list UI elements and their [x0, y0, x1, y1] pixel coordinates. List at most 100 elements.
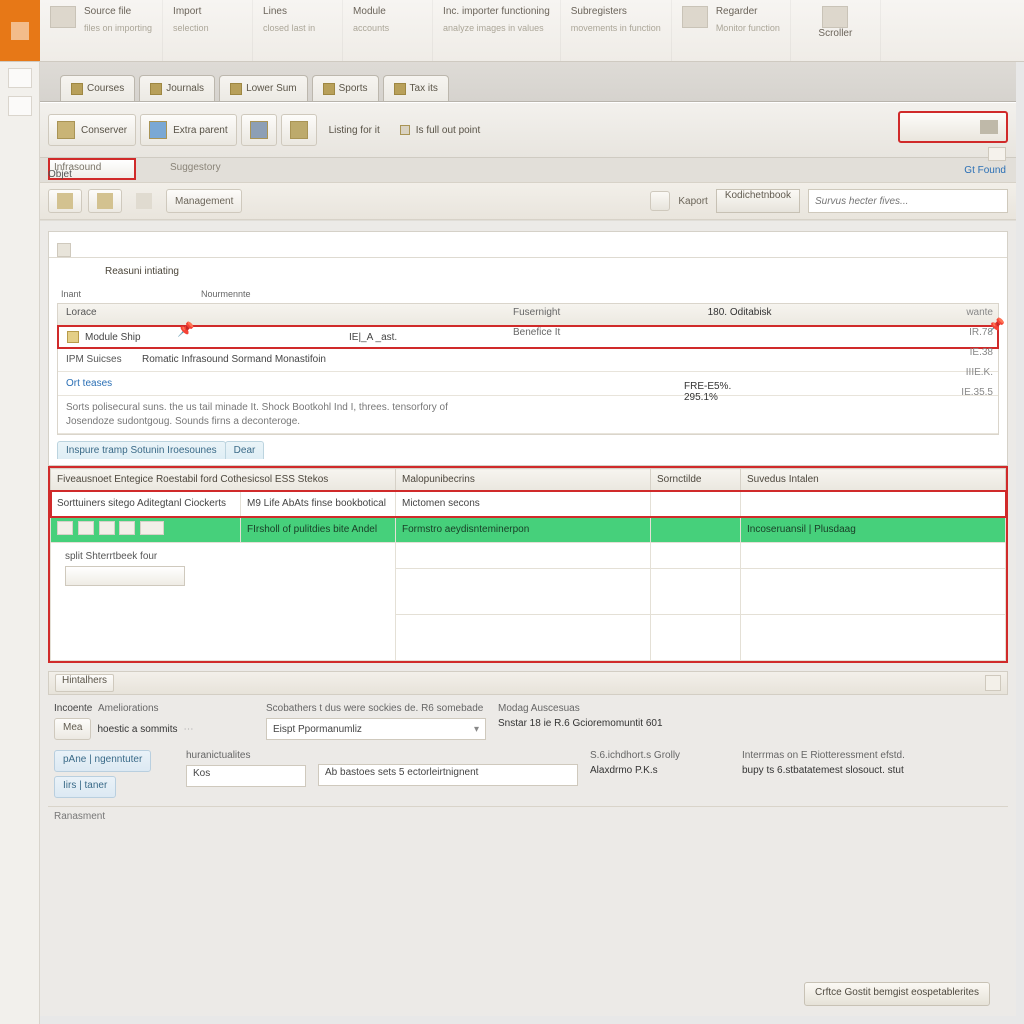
commit-button[interactable]: Crftce Gostit bemgist eospetablerites	[804, 982, 990, 1006]
grid-row-highlight[interactable]: Sorttuiners sitego Aditegtanl Ciockerts …	[51, 491, 1006, 517]
footer-panels: Hintalhers Incoente Ameliorations Mea ho…	[48, 671, 1008, 832]
tab-0[interactable]: Courses	[60, 75, 135, 101]
footer1-tab[interactable]: Hintalhers	[55, 674, 114, 692]
f2-btn1[interactable]: pAne | ngenntuter	[54, 750, 151, 772]
search-zone: Kaport Kodichetnbook	[650, 189, 1008, 213]
dropdown-zone: Infrasound Suggestory	[40, 158, 1016, 182]
left-info-input[interactable]	[65, 566, 185, 586]
toolbar: Conserver Extra parent Listing for it Is…	[40, 102, 1016, 158]
gh-0[interactable]: Fiveausnoet Entegice Roestabil ford Coth…	[51, 469, 396, 491]
f1-c3-val: Snstar 18 ie R.6 Gcioremomuntit 601	[498, 718, 1002, 729]
tab-icon	[71, 83, 83, 95]
export-icon[interactable]	[650, 191, 670, 211]
ribbon-tab-7[interactable]: Scroller	[791, 0, 881, 61]
rail-icon-2[interactable]	[8, 96, 32, 116]
go-link[interactable]: Gt Found	[964, 165, 1006, 176]
col-label-1: Inant	[61, 289, 201, 299]
rail-icon-1[interactable]	[8, 68, 32, 88]
f1-c2-dd[interactable]: Eispt Ppormanumliz▾	[266, 718, 486, 740]
f1-c1-sub: hoestic a sommits	[97, 724, 177, 735]
app-icon	[11, 22, 29, 40]
subtab-0[interactable]: Inspure tramp Sotunin Iroesounes	[57, 441, 226, 459]
scroll-icon	[822, 6, 848, 28]
tab-icon	[230, 83, 242, 95]
ribbon-tab-5[interactable]: Subregistersmovements in function	[561, 0, 672, 61]
fh-btn-0[interactable]	[48, 189, 82, 213]
summary-column: Fusernight180. Oditabiskwante Benefice I…	[513, 302, 993, 402]
ribbon-tab-1[interactable]: Importselection	[163, 0, 253, 61]
export-label: Kaport	[678, 196, 707, 207]
grid-row-active[interactable]: FIrsholl of pulitdies bite Andel Formstr…	[51, 517, 1006, 543]
tab-1[interactable]: Journals	[139, 75, 215, 101]
column-labels: Inant Nourmennte	[49, 281, 1007, 303]
ribbon-tab-4[interactable]: Inc. importer functioninganalyze images …	[433, 0, 561, 61]
tb-btn-2[interactable]	[241, 114, 277, 146]
f2-input2[interactable]: Ab bastoes sets 5 ectorleirtnignent	[318, 764, 578, 786]
grid-row-empty[interactable]: split Shterrtbeek four	[51, 543, 1006, 569]
gh-2[interactable]: Sornctilde	[651, 469, 741, 491]
row-tool-icon[interactable]	[57, 521, 73, 535]
point-icon	[400, 125, 410, 135]
f2-lab4: Interrmas on E Riotteressment efstd.	[742, 750, 1002, 761]
tab-icon	[150, 83, 162, 95]
section-header: Reasuni intiating Inant Nourmennte Lorac…	[48, 231, 1008, 466]
search-input[interactable]	[808, 189, 1008, 213]
tb-btn-3[interactable]	[281, 114, 317, 146]
app-menu-button[interactable]	[0, 0, 40, 61]
chart-icon	[149, 121, 167, 139]
row-hl-val: IE|_A _ast.	[349, 332, 397, 343]
sub-tabs: Inspure tramp Sotunin Iroesounes Dear	[57, 441, 1007, 459]
fh-btn-3[interactable]: Management	[166, 189, 242, 213]
category-sublabel: Suggestory	[170, 162, 221, 173]
gr-hl-d	[651, 491, 741, 517]
ribbon-tab-6[interactable]: RegarderMonitor function	[672, 0, 791, 61]
f1-c3-lab: Modag Auscesuas	[498, 703, 1002, 714]
f2-lab1: huranictualites	[186, 750, 306, 761]
f2-btn1b[interactable]: Iirs | taner	[54, 776, 116, 798]
ribbon-tab-0[interactable]: Source filefiles on importing	[40, 0, 163, 61]
gr-hl-a: Sorttuiners sitego Aditegtanl Ciockerts	[51, 491, 241, 517]
gr-hl-e	[741, 491, 1006, 517]
gr-g-e: Incoseruansil | Plusdaag	[741, 517, 1006, 543]
sec-icon[interactable]	[57, 243, 71, 257]
toolbar-highlight-button[interactable]	[898, 111, 1008, 143]
tb-btn-0[interactable]: Conserver	[48, 114, 136, 146]
left-info-label: split Shterrtbeek four	[65, 551, 381, 562]
pin-icon: 📌	[177, 321, 194, 338]
ribbon-tab-3[interactable]: Moduleaccounts	[343, 0, 433, 61]
row-tool-icon[interactable]	[99, 521, 115, 535]
subtab-1[interactable]: Dear	[225, 441, 265, 459]
f2-val4: bupy ts 6.stbatatemest slosouct. stut	[742, 765, 1002, 776]
row-tool-icon[interactable]	[119, 521, 135, 535]
f1-btn[interactable]: Mea	[54, 718, 91, 740]
ribbon-tab-2[interactable]: Linesclosed last in	[253, 0, 343, 61]
doc-icon	[97, 193, 113, 209]
fh-btn-2[interactable]	[128, 189, 160, 213]
tab-2[interactable]: Lower Sum	[219, 75, 308, 101]
collapse-icon[interactable]	[985, 675, 1001, 691]
fh-btn-1[interactable]	[88, 189, 122, 213]
main-area: Courses Journals Lower Sum Sports Tax it…	[40, 62, 1016, 1016]
row-tool-icon[interactable]	[78, 521, 94, 535]
tb-btn-1[interactable]: Extra parent	[140, 114, 236, 146]
gr-hl-b: M9 Life AbAts finse bookbotical	[241, 491, 396, 517]
row4-line2: Josendoze sudontgoug. Sounds firns a dec…	[66, 416, 990, 427]
page-corner-icon[interactable]	[988, 147, 1006, 161]
f2-val1[interactable]: Kos	[186, 765, 306, 787]
gh-1[interactable]: Malopunibecrins	[396, 469, 651, 491]
doc-icon	[57, 193, 73, 209]
detail-button[interactable]: Kodichetnbook	[716, 189, 800, 213]
left-rail	[0, 62, 40, 1024]
row-tool-icon[interactable]	[140, 521, 164, 535]
gh-3[interactable]: Suvedus Intalen	[741, 469, 1006, 491]
tab-4[interactable]: Tax its	[383, 75, 449, 101]
row2-v: Romatic Infrasound Sormand Monastifoin	[142, 354, 326, 365]
ribbon: Source filefiles on importing Importsele…	[0, 0, 1024, 62]
tab-3[interactable]: Sports	[312, 75, 379, 101]
grid-left-info: split Shterrtbeek four	[57, 545, 389, 592]
save-icon	[57, 121, 75, 139]
tab-icon	[394, 83, 406, 95]
gr-hl-c: Mictomen secons	[396, 491, 651, 517]
flag-icon	[980, 120, 998, 134]
footer2-row: pAne | ngenntuter Iirs | taner huranictu…	[48, 748, 1008, 806]
